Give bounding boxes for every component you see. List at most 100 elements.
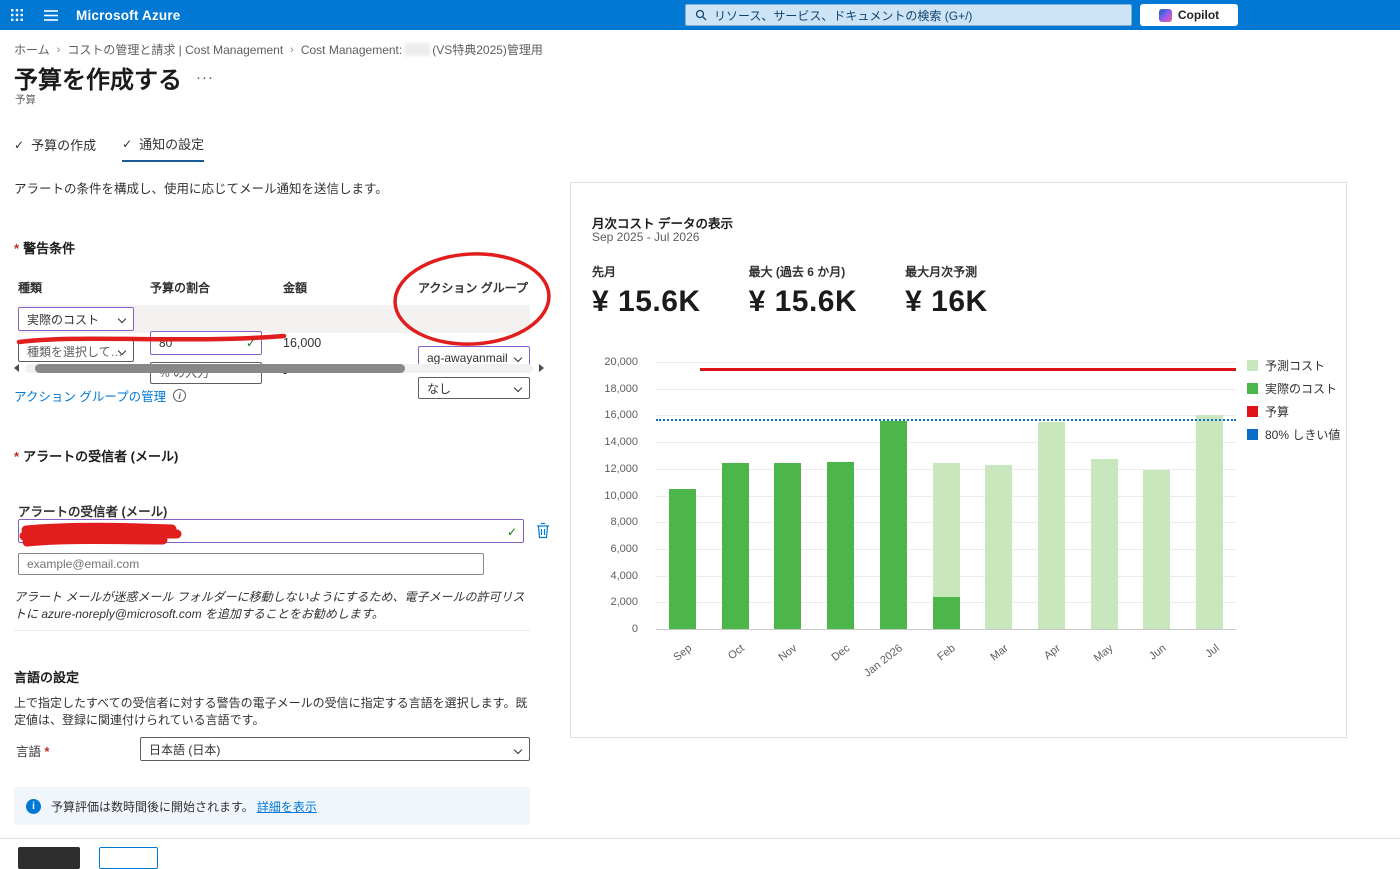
hamburger-menu-icon[interactable] bbox=[34, 0, 68, 30]
step-create-budget[interactable]: ✓ 予算の作成 bbox=[14, 134, 96, 162]
spam-note-text: アラート メールが迷惑メール フォルダーに移動しないようにするため、電子メールの… bbox=[14, 590, 525, 622]
copilot-button[interactable]: Copilot bbox=[1140, 4, 1238, 26]
alert-row-2: 種類を選択して… - なし bbox=[18, 339, 530, 399]
step-check-icon: ✓ bbox=[14, 137, 25, 152]
y-tick-label: 2,000 bbox=[610, 596, 638, 609]
actual-segment bbox=[668, 488, 696, 629]
azure-brand-title: Microsoft Azure bbox=[76, 7, 181, 23]
alert-table-header: 種類 予算の割合 金額 アクション グループ bbox=[18, 279, 530, 297]
stat-value: ¥ 15.6K bbox=[592, 285, 701, 318]
chart-y-axis: 0 2,000 4,000 6,000 8,000 10,000 12,000 14,000 1… bbox=[571, 356, 648, 635]
wizard-steps: ✓ 予算の作成 ✓ 通知の設定 bbox=[14, 134, 205, 162]
chart-legend: 予測コスト 実際のコスト 予算 80% しきい値 bbox=[1247, 357, 1340, 449]
x-tick-label: Jun bbox=[1147, 642, 1169, 663]
page-header: 予算を作成する ··· bbox=[14, 60, 214, 95]
breadcrumb-cost-management[interactable]: コストの管理と請求 | Cost Management bbox=[67, 41, 283, 58]
show-details-link[interactable]: 詳細を表示 bbox=[257, 800, 317, 814]
breadcrumb-current[interactable]: Cost Management: (VS特典2025)管理用 bbox=[301, 41, 543, 58]
actual-segment bbox=[932, 596, 960, 629]
forecast-segment bbox=[1196, 415, 1224, 629]
language-field-label: 言語 * bbox=[16, 741, 53, 760]
y-tick-label: 18,000 bbox=[604, 382, 638, 395]
email-recipient-input[interactable]: ✓ bbox=[18, 519, 524, 543]
azure-top-bar: Microsoft Azure リソース、サービス、ドキュメントの検索 (G+/… bbox=[0, 0, 1400, 30]
gridline bbox=[656, 629, 1236, 630]
bar-jan-2026 bbox=[867, 362, 920, 629]
breadcrumb: ホーム › コストの管理と請求 | Cost Management › Cost… bbox=[14, 41, 543, 58]
x-tick-label: Jul bbox=[1202, 642, 1222, 661]
scrollbar-thumb[interactable] bbox=[35, 363, 405, 373]
breadcrumb-home[interactable]: ホーム bbox=[14, 41, 50, 58]
hamburger-lines-icon bbox=[44, 9, 58, 21]
app-launcher-icon[interactable] bbox=[0, 0, 34, 30]
language-label-text: 言語 bbox=[16, 745, 42, 759]
step-set-alerts[interactable]: ✓ 通知の設定 bbox=[122, 134, 205, 162]
scroll-right-icon[interactable] bbox=[539, 364, 544, 372]
stat-last-month: 先月 ¥ 15.6K bbox=[592, 263, 701, 319]
legend-label: 80% しきい値 bbox=[1265, 428, 1341, 442]
chart-plot bbox=[656, 362, 1236, 630]
scrollbar-track[interactable] bbox=[25, 363, 533, 373]
x-tick-label: Feb bbox=[935, 642, 958, 664]
copilot-label: Copilot bbox=[1177, 8, 1220, 22]
bar-apr bbox=[1025, 362, 1078, 629]
legend-label: 実際のコスト bbox=[1265, 382, 1338, 396]
copilot-icon bbox=[1158, 8, 1172, 22]
actual-segment bbox=[879, 420, 907, 629]
action-group-none-value: なし bbox=[427, 381, 452, 396]
email-add-input[interactable] bbox=[18, 553, 484, 575]
x-tick-label: Oct bbox=[725, 642, 747, 663]
stat-max-forecast: 最大月次予測 ¥ 16K bbox=[905, 263, 988, 319]
type-select-placeholder: 種類を選択して… bbox=[27, 344, 123, 359]
type-select-value: 実際のコスト bbox=[27, 312, 100, 327]
stat-label: 先月 bbox=[592, 265, 617, 279]
bar-feb bbox=[920, 362, 973, 629]
required-asterisk: * bbox=[14, 449, 20, 464]
x-tick-label: Apr bbox=[1042, 642, 1064, 663]
chart-x-labels: Sep Oct Nov Dec Jan 2026 Feb Mar Apr May Jun Jul bbox=[656, 633, 1236, 693]
bar-oct bbox=[709, 362, 762, 629]
breadcrumb-current-suffix: (VS特典2025)管理用 bbox=[432, 43, 543, 57]
footer-divider bbox=[0, 838, 1400, 839]
actual-segment bbox=[827, 462, 855, 629]
monthly-cost-preview-card: 月次コスト データの表示 Sep 2025 - Jul 2026 先月 ¥ 15… bbox=[570, 182, 1347, 738]
recipients-field-label: アラートの受信者 (メール) bbox=[18, 505, 168, 519]
legend-item: 予算 bbox=[1247, 403, 1340, 420]
manage-action-groups-link[interactable]: アクション グループの管理 i bbox=[14, 386, 187, 405]
alert-conditions-section-title: * 警告条件 bbox=[14, 241, 76, 256]
delete-recipient-icon[interactable] bbox=[536, 522, 550, 542]
search-icon bbox=[695, 9, 707, 21]
column-header-amount: 金額 bbox=[283, 281, 308, 295]
stat-label: 最大月次予測 bbox=[905, 265, 978, 279]
valid-check-icon: ✓ bbox=[506, 525, 517, 539]
bar-may bbox=[1078, 362, 1131, 629]
scroll-left-icon[interactable] bbox=[14, 364, 19, 372]
type-select[interactable]: 実際のコスト bbox=[18, 307, 134, 331]
language-select[interactable]: 日本語 (日本) bbox=[140, 737, 530, 761]
legend-swatch bbox=[1247, 360, 1258, 371]
y-tick-label: 10,000 bbox=[604, 489, 638, 502]
page-title: 予算を作成する bbox=[14, 67, 182, 94]
actual-segment bbox=[721, 463, 749, 629]
column-header-percent: 予算の割合 bbox=[150, 281, 211, 295]
type-select-empty[interactable]: 種類を選択して… bbox=[18, 340, 134, 362]
recipients-section-title: * アラートの受信者 (メール) bbox=[14, 449, 179, 464]
chevron-down-icon bbox=[513, 383, 523, 393]
info-icon: i bbox=[173, 389, 187, 402]
x-tick-label: May bbox=[1092, 642, 1116, 665]
y-tick-label: 0 bbox=[631, 623, 638, 635]
horizontal-scrollbar[interactable] bbox=[14, 362, 544, 374]
x-tick-label: Nov bbox=[776, 642, 800, 664]
section-divider bbox=[14, 630, 530, 631]
legend-item: 実際のコスト bbox=[1247, 380, 1340, 397]
previous-button[interactable] bbox=[99, 847, 158, 869]
action-group-select-empty[interactable]: なし bbox=[418, 377, 530, 399]
more-options-icon[interactable]: ··· bbox=[196, 69, 214, 86]
banner-text: 予算評価は数時間後に開始されます。 詳細を表示 bbox=[51, 798, 317, 815]
info-banner: i 予算評価は数時間後に開始されます。 詳細を表示 bbox=[14, 787, 530, 825]
y-tick-label: 12,000 bbox=[604, 462, 638, 475]
chevron-down-icon bbox=[513, 745, 523, 755]
breadcrumb-separator: › bbox=[290, 43, 294, 56]
create-button[interactable] bbox=[18, 847, 80, 869]
global-search-input[interactable]: リソース、サービス、ドキュメントの検索 (G+/) bbox=[685, 4, 1132, 26]
